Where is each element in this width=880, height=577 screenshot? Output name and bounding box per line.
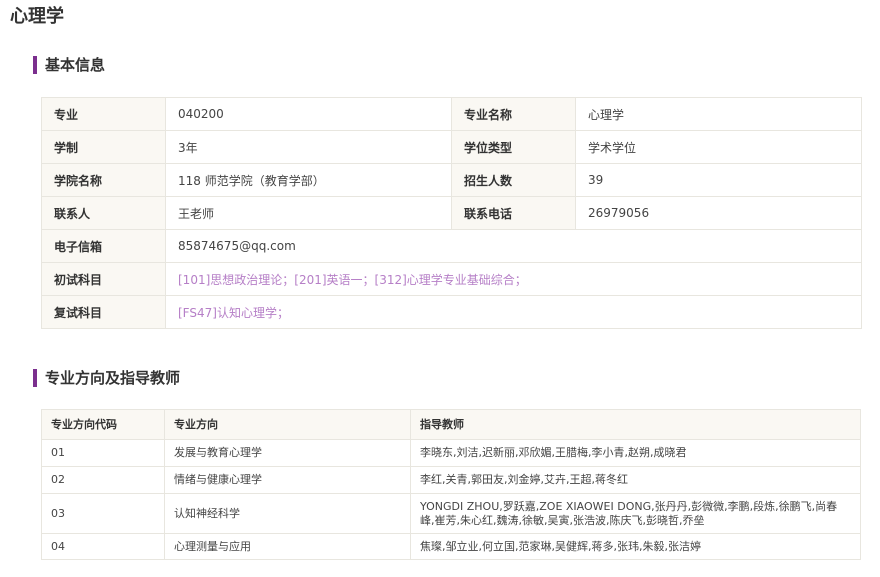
section-accent-bar: [33, 56, 37, 74]
phone-value: 26979056: [575, 196, 862, 230]
column-header-direction: 专业方向: [164, 409, 411, 440]
direction-teachers: 焦璨,邹立业,何立国,范家琳,吴健辉,蒋多,张玮,朱毅,张洁婷: [410, 533, 861, 560]
info-row: 联系人 王老师 联系电话 26979056: [41, 196, 862, 230]
info-row: 学制 3年 学位类型 学术学位: [41, 130, 862, 164]
info-row: 专业 040200 专业名称 心理学: [41, 97, 862, 131]
section-title: 基本信息: [45, 56, 106, 74]
contact-label: 联系人: [41, 196, 166, 230]
degree-label: 学位类型: [451, 130, 576, 164]
direction-teachers: 李晓东,刘洁,迟新丽,邓欣媚,王腊梅,李小青,赵朔,成晓君: [410, 439, 861, 467]
section-accent-bar: [33, 369, 37, 387]
direction-teachers: 李红,关青,郭田友,刘金婷,艾卉,王超,蒋冬红: [410, 466, 861, 494]
info-row: 复试科目 [FS47]认知心理学；: [41, 295, 862, 329]
direction-teachers: YONGDI ZHOU,罗跃嘉,ZOE XIAOWEI DONG,张丹丹,彭微微…: [410, 493, 861, 534]
email-label: 电子信箱: [41, 229, 166, 263]
table-header-row: 专业方向代码 专业方向 指导教师: [41, 409, 861, 440]
table-row: 02 情绪与健康心理学 李红,关青,郭田友,刘金婷,艾卉,王超,蒋冬红: [41, 466, 861, 494]
direction-code: 02: [41, 466, 165, 494]
prelim-subjects-label: 初试科目: [41, 262, 166, 296]
page-title: 心理学: [10, 6, 64, 27]
column-header-teachers: 指导教师: [410, 409, 861, 440]
direction-name: 认知神经科学: [164, 493, 411, 534]
major-name-value: 心理学: [575, 97, 862, 131]
retest-subjects-link[interactable]: [FS47]认知心理学；: [165, 295, 862, 329]
duration-label: 学制: [41, 130, 166, 164]
contact-value: 王老师: [165, 196, 452, 230]
info-row: 初试科目 [101]思想政治理论；[201]英语一；[312]心理学专业基础综合…: [41, 262, 862, 296]
enroll-value: 39: [575, 163, 862, 197]
college-label: 学院名称: [41, 163, 166, 197]
table-row: 04 心理测量与应用 焦璨,邹立业,何立国,范家琳,吴健辉,蒋多,张玮,朱毅,张…: [41, 533, 861, 560]
table-row: 01 发展与教育心理学 李晓东,刘洁,迟新丽,邓欣媚,王腊梅,李小青,赵朔,成晓…: [41, 439, 861, 467]
direction-code: 01: [41, 439, 165, 467]
email-value: 85874675@qq.com: [165, 229, 862, 263]
info-row: 学院名称 118 师范学院（教育学部） 招生人数 39: [41, 163, 862, 197]
college-value: 118 师范学院（教育学部）: [165, 163, 452, 197]
direction-name: 情绪与健康心理学: [164, 466, 411, 494]
duration-value: 3年: [165, 130, 452, 164]
major-label: 专业: [41, 97, 166, 131]
enroll-label: 招生人数: [451, 163, 576, 197]
direction-name: 发展与教育心理学: [164, 439, 411, 467]
major-value: 040200: [165, 97, 452, 131]
phone-label: 联系电话: [451, 196, 576, 230]
info-row: 电子信箱 85874675@qq.com: [41, 229, 862, 263]
direction-name: 心理测量与应用: [164, 533, 411, 560]
major-name-label: 专业名称: [451, 97, 576, 131]
column-header-code: 专业方向代码: [41, 409, 165, 440]
page: 心理学 基本信息 专业 040200 专业名称 心理学 学制 3年 学位类型 学…: [0, 0, 880, 577]
section-title: 专业方向及指导教师: [45, 369, 181, 387]
degree-value: 学术学位: [575, 130, 862, 164]
retest-subjects-label: 复试科目: [41, 295, 166, 329]
prelim-subjects-link[interactable]: [101]思想政治理论；[201]英语一；[312]心理学专业基础综合；: [165, 262, 862, 296]
basic-info-table: 专业 040200 专业名称 心理学 学制 3年 学位类型 学术学位 学院名称 …: [41, 97, 862, 329]
table-row: 03 认知神经科学 YONGDI ZHOU,罗跃嘉,ZOE XIAOWEI DO…: [41, 493, 861, 534]
directions-table: 专业方向代码 专业方向 指导教师 01 发展与教育心理学 李晓东,刘洁,迟新丽,…: [41, 409, 861, 560]
direction-code: 04: [41, 533, 165, 560]
direction-code: 03: [41, 493, 165, 534]
